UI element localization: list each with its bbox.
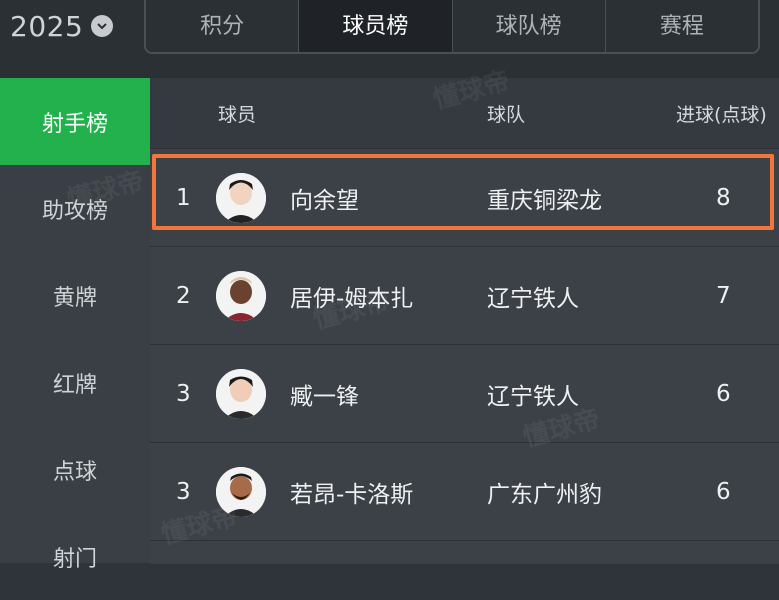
chevron-down-icon	[91, 15, 114, 37]
rank: 3	[176, 381, 191, 407]
sidebar-item-yellow-cards[interactable]: 黄牌	[0, 252, 150, 339]
sidebar-item-scorers[interactable]: 射手榜	[0, 78, 150, 165]
table-row[interactable]: 3 臧一锋 辽宁铁人 6	[150, 344, 779, 443]
header-player: 球员	[218, 104, 257, 126]
tab-team-rankings[interactable]: 球队榜	[453, 0, 606, 52]
header-goals: 进球(点球)	[676, 104, 767, 126]
season-label: 2025	[10, 9, 84, 43]
goals-value: 7	[716, 283, 731, 309]
tab-player-rankings[interactable]: 球员榜	[299, 0, 453, 52]
tab-standings[interactable]: 积分	[146, 0, 300, 52]
table-row[interactable]: 3 若昂-卡洛斯 广东广州豹 6	[150, 442, 779, 541]
sidebar: 射手榜 助攻榜 黄牌 红牌 点球 射门	[0, 78, 150, 572]
table-row[interactable]	[150, 540, 779, 564]
sidebar-item-penalties[interactable]: 点球	[0, 426, 150, 513]
rank: 2	[176, 283, 191, 309]
player-name: 臧一锋	[290, 384, 359, 410]
tab-bar: 积分 球员榜 球队榜 赛程	[144, 0, 760, 54]
top-bar: 2025 积分 球员榜 球队榜 赛程	[0, 0, 779, 78]
season-selector[interactable]: 2025	[10, 8, 114, 44]
tab-schedule[interactable]: 赛程	[606, 0, 758, 52]
player-avatar	[216, 369, 266, 419]
goals-value: 6	[716, 381, 731, 407]
table-row[interactable]: 2 居伊-姆本扎 辽宁铁人 7	[150, 246, 779, 345]
highlight-box	[152, 154, 774, 230]
sidebar-item-shots[interactable]: 射门	[0, 513, 150, 600]
team-name: 辽宁铁人	[487, 286, 579, 312]
header-team: 球队	[487, 104, 526, 126]
rankings-table: 球员 球队 进球(点球) 1 向余望 重庆铜梁龙 8 2 居伊-姆本扎 辽宁铁人…	[150, 78, 779, 564]
sidebar-item-red-cards[interactable]: 红牌	[0, 339, 150, 426]
team-name: 广东广州豹	[487, 482, 602, 508]
player-name: 若昂-卡洛斯	[290, 482, 414, 508]
player-avatar	[216, 271, 266, 321]
goals-value: 6	[716, 479, 731, 505]
